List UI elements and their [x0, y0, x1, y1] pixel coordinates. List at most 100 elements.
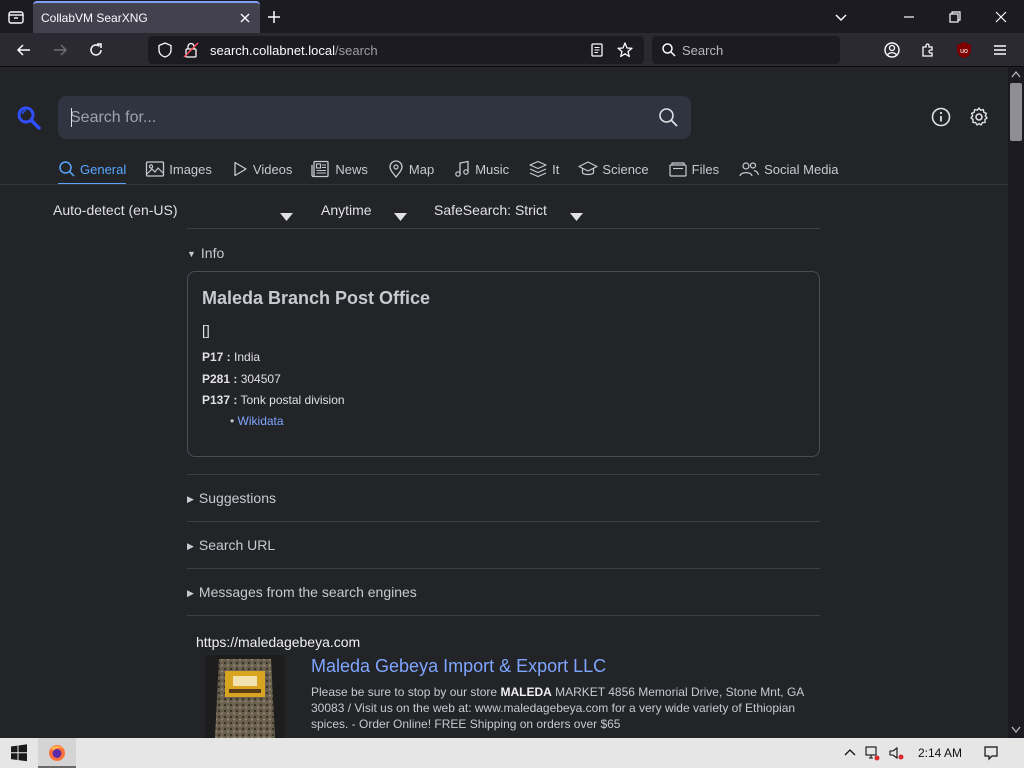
play-icon [234, 161, 247, 177]
list-all-tabs-icon[interactable] [6, 7, 26, 27]
search-url-toggle[interactable]: ▶ Search URL [187, 537, 275, 553]
tab-news[interactable]: News [311, 155, 368, 183]
window-close-icon[interactable] [990, 6, 1012, 28]
graduation-cap-icon [578, 161, 599, 176]
browser-tab[interactable]: CollabVM SearXNG [33, 1, 260, 33]
tab-label: Map [408, 161, 435, 177]
reload-icon[interactable] [86, 40, 106, 60]
browser-search-box[interactable]: Search [652, 36, 840, 64]
minimize-icon[interactable] [898, 6, 920, 28]
shield-icon[interactable] [156, 41, 174, 64]
infobox-value: 304507 [240, 372, 281, 386]
suggestions-toggle[interactable]: ▶ Suggestions [187, 490, 276, 506]
network-icon[interactable] [864, 745, 880, 761]
reader-view-icon[interactable] [588, 41, 606, 64]
new-tab-plus-icon[interactable] [265, 8, 283, 26]
infobox: Maleda Branch Post Office [] P17 : India… [187, 271, 820, 457]
volume-muted-icon[interactable] [888, 745, 904, 761]
divider [187, 615, 820, 616]
tab-science[interactable]: Science [578, 155, 649, 183]
tab-bar: CollabVM SearXNG [0, 0, 1024, 33]
tab-label: Videos [252, 161, 293, 177]
tab-title: CollabVM SearXNG [41, 11, 148, 25]
tab-general[interactable]: General [58, 155, 127, 185]
tab-files[interactable]: Files [668, 155, 719, 183]
search-submit-icon[interactable] [658, 107, 679, 128]
search-input[interactable] [70, 96, 640, 139]
searxng-logo-icon[interactable] [16, 105, 42, 131]
svg-text:uo: uo [960, 48, 968, 55]
scrollbar-thumb[interactable] [1010, 83, 1022, 141]
result-snippet: Please be sure to stop by our store MALE… [311, 684, 811, 732]
category-divider [0, 184, 1008, 185]
chevron-up-icon[interactable] [842, 745, 858, 761]
infobox-row: P17 : India [202, 350, 260, 364]
engine-messages-toggle[interactable]: ▶ Messages from the search engines [187, 584, 417, 600]
magnifier-icon [59, 161, 75, 177]
music-note-icon [455, 160, 470, 177]
image-icon [146, 161, 165, 177]
chevron-down-icon[interactable] [830, 6, 852, 28]
browser-search-placeholder: Search [682, 43, 724, 58]
settings-gear-icon[interactable] [968, 106, 990, 128]
tab-images[interactable]: Images [145, 155, 212, 183]
safesearch-select[interactable]: SafeSearch: Strict [434, 202, 547, 218]
infobox-key: P281 : [202, 372, 238, 386]
language-select[interactable]: Auto-detect (en-US) [53, 202, 178, 218]
url-text[interactable]: search.collabnet.local/search [210, 43, 378, 58]
wikidata-link[interactable]: Wikidata [238, 414, 284, 428]
taskbar-clock[interactable]: 2:14 AM [918, 746, 962, 760]
windows-start-icon[interactable] [0, 738, 38, 768]
tab-social-media[interactable]: Social Media [738, 155, 839, 183]
snippet-text: Please be sure to stop by our store [311, 685, 501, 699]
scroll-up-arrow-icon [1011, 70, 1021, 78]
chevron-down-icon[interactable] [280, 208, 293, 221]
newspaper-icon [311, 160, 330, 178]
tab-label: Images [169, 161, 212, 177]
search-url-label: Search URL [198, 537, 276, 553]
divider [187, 228, 820, 229]
divider [187, 521, 820, 522]
expanded-triangle-icon: ▼ [187, 249, 196, 259]
info-icon[interactable] [930, 106, 952, 128]
info-toggle[interactable]: ▼ Info [187, 245, 224, 261]
restore-icon[interactable] [944, 6, 966, 28]
action-center-icon[interactable] [983, 745, 999, 761]
chevron-down-icon[interactable] [570, 208, 583, 221]
chevron-down-icon[interactable] [394, 208, 407, 221]
engine-messages-label: Messages from the search engines [198, 584, 417, 600]
tab-it[interactable]: It [528, 155, 559, 183]
infobox-row: P281 : 304507 [202, 372, 281, 386]
firefox-taskbar-icon[interactable] [38, 738, 76, 768]
infobox-title: Maleda Branch Post Office [202, 288, 431, 308]
tab-music[interactable]: Music [453, 155, 509, 183]
navigation-toolbar: search.collabnet.local/search Search uo [0, 33, 1024, 67]
layers-icon [529, 160, 547, 178]
ublock-origin-icon[interactable]: uo [954, 40, 974, 60]
account-icon[interactable] [882, 40, 902, 60]
hamburger-menu-icon[interactable] [990, 40, 1010, 60]
address-bar[interactable]: search.collabnet.local/search [148, 36, 644, 64]
close-icon[interactable] [238, 11, 252, 25]
time-range-select[interactable]: Anytime [321, 202, 372, 218]
map-pin-icon [389, 160, 403, 178]
info-toggle-label: Info [200, 245, 225, 261]
page-scrollbar[interactable] [1008, 67, 1024, 738]
tab-map[interactable]: Map [387, 155, 434, 183]
collapsed-triangle-icon: ▶ [187, 541, 194, 551]
back-arrow-icon[interactable] [14, 40, 34, 60]
tab-label: Files [691, 161, 720, 177]
tab-label: News [335, 161, 368, 177]
files-icon [669, 162, 687, 177]
scroll-down-arrow-icon [1011, 726, 1021, 734]
extensions-puzzle-icon[interactable] [918, 40, 938, 60]
tab-videos[interactable]: Videos [231, 155, 293, 183]
result-url[interactable]: https://maledagebeya.com [196, 634, 360, 650]
insecure-lock-icon[interactable] [182, 41, 200, 64]
result-thumbnail[interactable] [205, 655, 285, 738]
bookmark-star-icon[interactable] [616, 41, 634, 64]
search-form [58, 96, 691, 139]
people-icon [739, 162, 760, 177]
forward-arrow-icon[interactable] [50, 40, 70, 60]
result-title-link[interactable]: Maleda Gebeya Import & Export LLC [311, 656, 606, 677]
